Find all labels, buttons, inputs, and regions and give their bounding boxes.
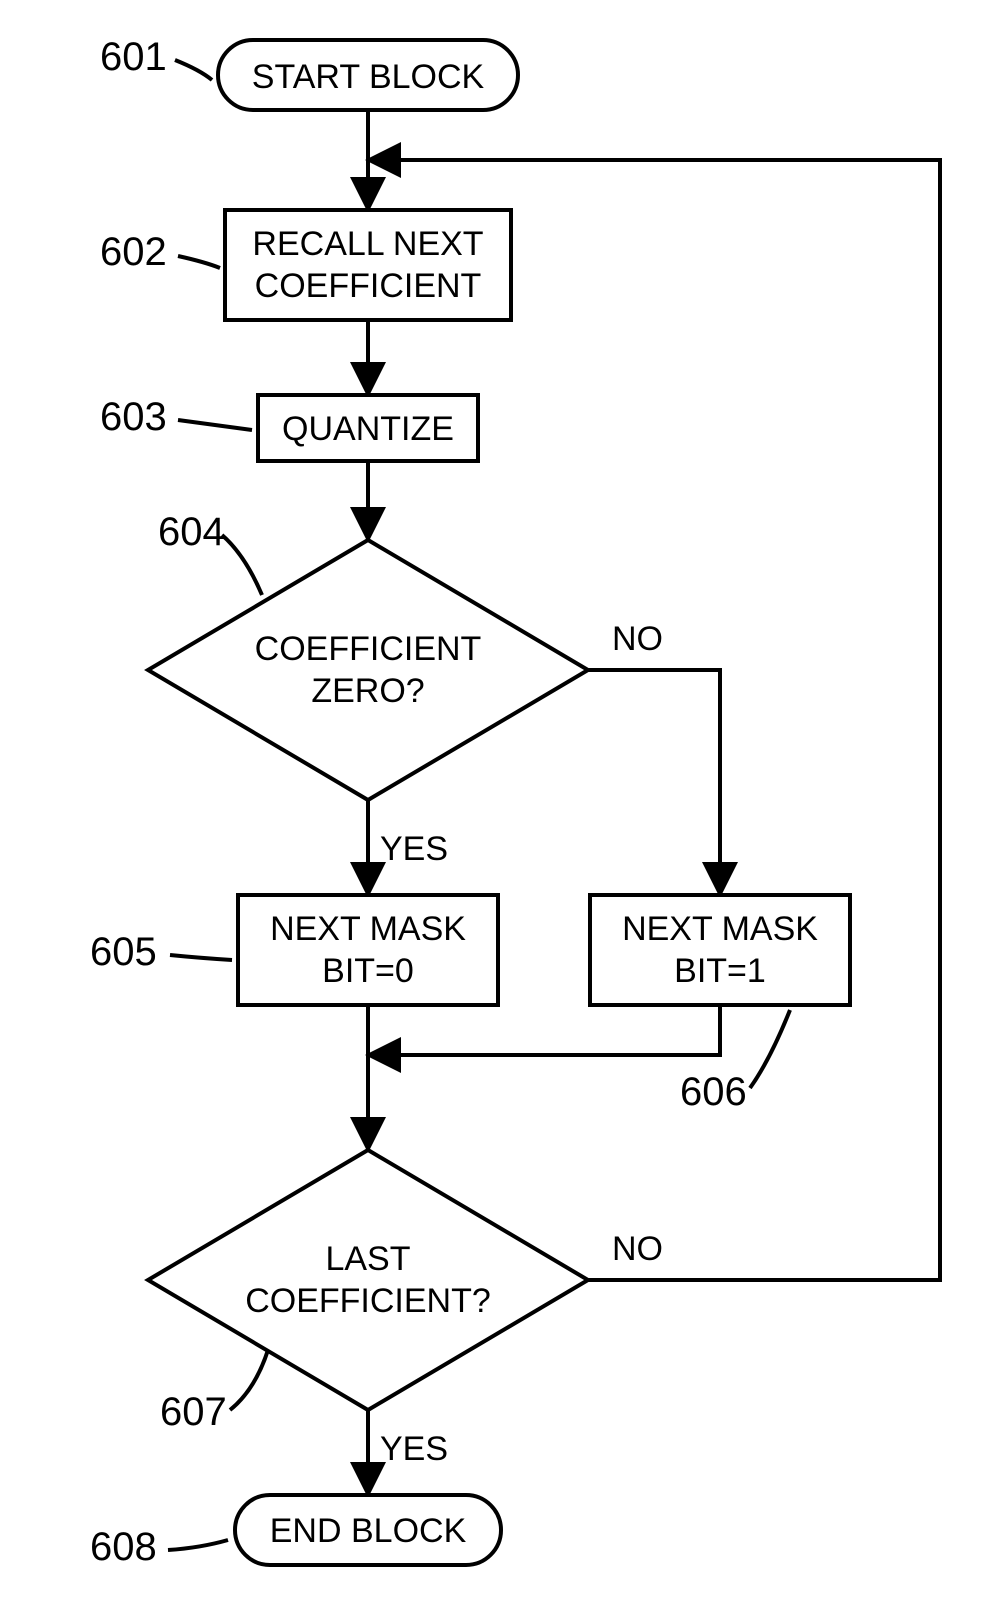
- node-coef-zero: COEFFICIENT ZERO?: [148, 540, 588, 800]
- leader-606: [750, 1010, 790, 1088]
- node-end: END BLOCK: [235, 1495, 501, 1565]
- label-608: 608: [90, 1525, 157, 1569]
- last-text-2: COEFFICIENT?: [245, 1282, 491, 1320]
- leader-604: [222, 535, 262, 595]
- recall-text-2: COEFFICIENT: [255, 267, 482, 305]
- edge-label-no-1: NO: [612, 620, 663, 658]
- last-text-1: LAST: [325, 1240, 410, 1278]
- label-606: 606: [680, 1070, 747, 1114]
- mask0-text-1: NEXT MASK: [270, 910, 466, 948]
- label-604: 604: [158, 510, 225, 554]
- label-607: 607: [160, 1390, 227, 1434]
- edge-mask1-merge: [368, 1005, 720, 1055]
- leader-603: [178, 420, 252, 430]
- node-start: START BLOCK: [218, 40, 518, 110]
- coefzero-text-1: COEFFICIENT: [255, 630, 482, 668]
- mask1-text-1: NEXT MASK: [622, 910, 818, 948]
- edge-coefzero-no: [588, 670, 720, 895]
- coefzero-text-2: ZERO?: [311, 672, 424, 710]
- start-text: START BLOCK: [252, 58, 485, 96]
- edge-label-yes-1: YES: [380, 830, 448, 868]
- node-mask1: NEXT MASK BIT=1: [590, 895, 850, 1005]
- node-last: LAST COEFFICIENT?: [148, 1150, 588, 1410]
- mask1-text-2: BIT=1: [674, 952, 766, 990]
- leader-607: [230, 1350, 268, 1410]
- leader-608: [168, 1540, 228, 1550]
- leader-605: [170, 955, 232, 960]
- node-recall: RECALL NEXT COEFFICIENT: [225, 210, 511, 320]
- label-601: 601: [100, 35, 167, 79]
- mask0-text-2: BIT=0: [322, 952, 414, 990]
- recall-text-1: RECALL NEXT: [252, 225, 483, 263]
- edge-label-yes-2: YES: [380, 1430, 448, 1468]
- label-602: 602: [100, 230, 167, 274]
- label-603: 603: [100, 395, 167, 439]
- edge-label-no-2: NO: [612, 1230, 663, 1268]
- leader-601: [175, 60, 212, 80]
- label-605: 605: [90, 930, 157, 974]
- end-text: END BLOCK: [270, 1512, 467, 1550]
- node-quantize: QUANTIZE: [258, 395, 478, 461]
- node-mask0: NEXT MASK BIT=0: [238, 895, 498, 1005]
- leader-602: [178, 256, 220, 268]
- quantize-text: QUANTIZE: [282, 410, 454, 448]
